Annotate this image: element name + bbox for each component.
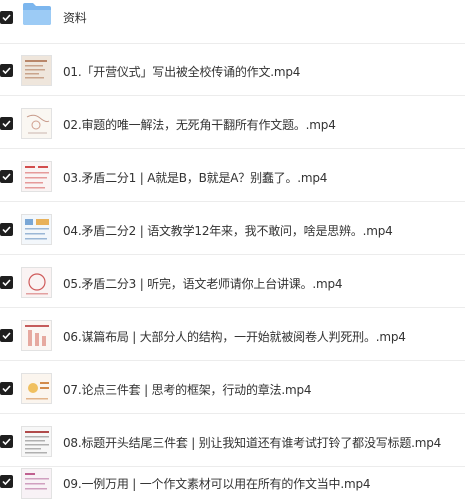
video-thumbnail — [21, 468, 52, 499]
list-item[interactable]: 04.矛盾二分2 | 语文教学12年来，我不敢问，啥是思辨。.mp4 — [0, 203, 465, 255]
list-item[interactable]: 06.谋篇布局 | 大部分人的结构，一开始就被阅卷人判死刑。.mp4 — [0, 309, 465, 361]
list-item[interactable]: 08.标题开头结尾三件套 | 别让我知道还有谁考试打铃了都没写标题.mp4 — [0, 415, 465, 467]
checkbox[interactable] — [0, 170, 13, 183]
checkbox[interactable] — [0, 329, 13, 342]
list-item[interactable]: 02.审题的唯一解法，无死角干翻所有作文题。.mp4 — [0, 97, 465, 149]
checkbox[interactable] — [0, 475, 13, 488]
checkbox[interactable] — [0, 117, 13, 130]
file-name: 04.矛盾二分2 | 语文教学12年来，我不敢问，啥是思辨。.mp4 — [63, 224, 393, 238]
list-item[interactable]: 03.矛盾二分1 | A就是B，B就是A？别蠢了。.mp4 — [0, 150, 465, 202]
checkbox[interactable] — [0, 223, 13, 236]
video-thumbnail — [21, 108, 52, 139]
checkbox[interactable] — [0, 64, 13, 77]
list-item[interactable]: 09.一例万用 | 一个作文素材可以用在所有的作文当中.mp4 — [0, 468, 465, 500]
folder-icon — [22, 2, 52, 26]
list-item[interactable]: 07.论点三件套 | 思考的框架，行动的章法.mp4 — [0, 362, 465, 414]
video-thumbnail — [21, 373, 52, 404]
checkbox[interactable] — [0, 276, 13, 289]
file-list: 资料 01.「开营仪式」写出被全校传诵的作文.mp4 02.审题的唯一解法，无死… — [0, 0, 465, 500]
file-name: 资料 — [63, 11, 87, 25]
video-thumbnail — [21, 55, 52, 86]
file-name: 09.一例万用 | 一个作文素材可以用在所有的作文当中.mp4 — [63, 477, 371, 491]
file-name: 05.矛盾二分3 | 听完，语文老师请你上台讲课。.mp4 — [63, 277, 343, 291]
checkbox[interactable] — [0, 11, 13, 24]
file-name: 01.「开营仪式」写出被全校传诵的作文.mp4 — [63, 65, 301, 79]
list-item[interactable]: 05.矛盾二分3 | 听完，语文老师请你上台讲课。.mp4 — [0, 256, 465, 308]
checkbox[interactable] — [0, 382, 13, 395]
file-name: 07.论点三件套 | 思考的框架，行动的章法.mp4 — [63, 383, 312, 397]
list-item[interactable]: 资料 — [0, 0, 465, 44]
video-thumbnail — [21, 267, 52, 298]
file-name: 08.标题开头结尾三件套 | 别让我知道还有谁考试打铃了都没写标题.mp4 — [63, 436, 442, 450]
video-thumbnail — [21, 426, 52, 457]
file-name: 06.谋篇布局 | 大部分人的结构，一开始就被阅卷人判死刑。.mp4 — [63, 330, 406, 344]
video-thumbnail — [21, 320, 52, 351]
list-item[interactable]: 01.「开营仪式」写出被全校传诵的作文.mp4 — [0, 44, 465, 96]
file-name: 03.矛盾二分1 | A就是B，B就是A？别蠢了。.mp4 — [63, 171, 328, 185]
file-name: 02.审题的唯一解法，无死角干翻所有作文题。.mp4 — [63, 118, 336, 132]
video-thumbnail — [21, 214, 52, 245]
video-thumbnail — [21, 161, 52, 192]
checkbox[interactable] — [0, 435, 13, 448]
